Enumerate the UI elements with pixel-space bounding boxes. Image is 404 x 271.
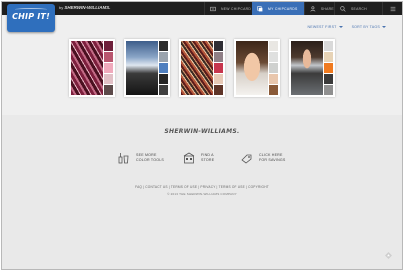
tab-share-label: SHARE xyxy=(320,6,334,11)
color-chip[interactable] xyxy=(269,41,278,51)
chipcard-photo xyxy=(71,41,103,95)
tab-menu[interactable] xyxy=(382,2,402,15)
chipcard-photo xyxy=(291,41,323,95)
logo-text: CHIP IT! xyxy=(12,12,50,21)
byline-brand: SHERWIN-WILLIAMS. xyxy=(64,5,111,10)
menu-icon xyxy=(390,6,396,11)
color-chip[interactable] xyxy=(104,63,113,73)
color-tools-link[interactable]: SEE MORE COLOR TOOLS xyxy=(118,152,164,164)
color-chip[interactable] xyxy=(159,63,168,73)
color-chip[interactable] xyxy=(269,85,278,95)
tab-share[interactable]: SHARE xyxy=(304,2,334,15)
logo-swoosh xyxy=(15,8,47,11)
footer: SHERWIN-WILLIAMS. SEE MORE COLOR TOOLS F… xyxy=(2,115,402,269)
color-tools-line2: COLOR TOOLS xyxy=(136,158,165,162)
find-store-link[interactable]: FIND A STORE xyxy=(183,152,214,164)
card-icon xyxy=(210,6,216,11)
find-store-line2: STORE xyxy=(201,158,215,162)
color-chip-column xyxy=(104,41,113,95)
chipcard[interactable] xyxy=(124,39,170,97)
savings-text: CLICK HERE FOR SAVINGS xyxy=(259,153,286,162)
tab-search[interactable]: SEARCH xyxy=(334,2,382,15)
color-chip-column xyxy=(324,41,333,95)
chipcard-photo xyxy=(181,41,213,95)
color-chip[interactable] xyxy=(214,74,223,84)
color-chip[interactable] xyxy=(159,52,168,62)
color-chip-column xyxy=(269,41,278,95)
savings-icon xyxy=(241,154,252,164)
stack-icon xyxy=(257,5,263,11)
color-chip[interactable] xyxy=(104,52,113,62)
chipcard-photo xyxy=(236,41,268,95)
color-chip[interactable] xyxy=(324,85,333,95)
color-chip[interactable] xyxy=(159,74,168,84)
tab-my-chipcards[interactable]: MY CHIPCARDS xyxy=(252,2,304,15)
color-chip[interactable] xyxy=(269,52,278,62)
color-chip[interactable] xyxy=(214,52,223,62)
color-chip[interactable] xyxy=(214,41,223,51)
chipcard[interactable] xyxy=(69,39,115,97)
share-icon xyxy=(310,5,316,12)
color-chip-column xyxy=(214,41,223,95)
find-store-text: FIND A STORE xyxy=(201,153,214,162)
sort-tags-label: SORT BY TAGS xyxy=(351,25,380,29)
store-icon xyxy=(183,152,195,164)
color-chip[interactable] xyxy=(269,63,278,73)
chipcard-gallery xyxy=(69,39,339,97)
color-chip-column xyxy=(159,41,168,95)
tab-new-chipcard-label: NEW CHIPCARD xyxy=(221,6,252,11)
copyright-notice: © 2013 THE SHERWIN-WILLIAMS COMPANY xyxy=(167,192,237,196)
legal-links[interactable]: FAQ | CONTACT US | TERMS OF USE | PRIVAC… xyxy=(2,185,402,189)
chevron-down-icon xyxy=(382,26,386,28)
chipcard[interactable] xyxy=(234,39,280,97)
chevron-down-icon xyxy=(338,26,343,28)
chipcard-photo xyxy=(126,41,158,95)
chipcard[interactable] xyxy=(179,39,225,97)
color-chip[interactable] xyxy=(104,41,113,51)
byline-prefix: by xyxy=(59,5,64,10)
color-chip[interactable] xyxy=(214,85,223,95)
color-tools-text: SEE MORE COLOR TOOLS xyxy=(136,153,164,162)
color-chip[interactable] xyxy=(269,74,278,84)
paint-tools-icon xyxy=(118,153,129,164)
color-chip[interactable] xyxy=(104,85,113,95)
savings-link[interactable]: CLICK HERE FOR SAVINGS xyxy=(241,152,286,164)
color-chip[interactable] xyxy=(159,85,168,95)
byline: by SHERWIN-WILLIAMS. xyxy=(59,5,111,10)
app-window: by SHERWIN-WILLIAMS. NEW CHIPCARD MY CHI… xyxy=(1,1,403,270)
sort-bar: NEWEST FIRST SORT BY TAGS xyxy=(307,25,386,29)
chip-it-logo[interactable]: CHIP IT! xyxy=(7,4,55,32)
sherwin-williams-logo[interactable]: SHERWIN-WILLIAMS. xyxy=(2,128,402,135)
chipcard[interactable] xyxy=(289,39,335,97)
color-chip[interactable] xyxy=(324,74,333,84)
color-chip[interactable] xyxy=(324,52,333,62)
color-chip[interactable] xyxy=(324,63,333,73)
tab-search-label: SEARCH xyxy=(351,6,367,11)
color-chip[interactable] xyxy=(159,41,168,51)
color-chip[interactable] xyxy=(104,74,113,84)
sort-tags-dropdown[interactable]: SORT BY TAGS xyxy=(352,25,386,29)
savings-line2: FOR SAVINGS xyxy=(259,158,286,162)
search-icon xyxy=(340,5,346,12)
tab-my-chipcards-label: MY CHIPCARDS xyxy=(268,6,298,11)
color-chip[interactable] xyxy=(324,41,333,51)
sort-order-dropdown[interactable]: NEWEST FIRST xyxy=(307,25,343,29)
scroll-top-icon[interactable] xyxy=(385,252,392,259)
top-navigation-bar: by SHERWIN-WILLIAMS. NEW CHIPCARD MY CHI… xyxy=(2,2,402,15)
color-chip[interactable] xyxy=(214,63,223,73)
sort-order-label: NEWEST FIRST xyxy=(307,25,337,29)
tab-new-chipcard[interactable]: NEW CHIPCARD xyxy=(204,2,252,15)
